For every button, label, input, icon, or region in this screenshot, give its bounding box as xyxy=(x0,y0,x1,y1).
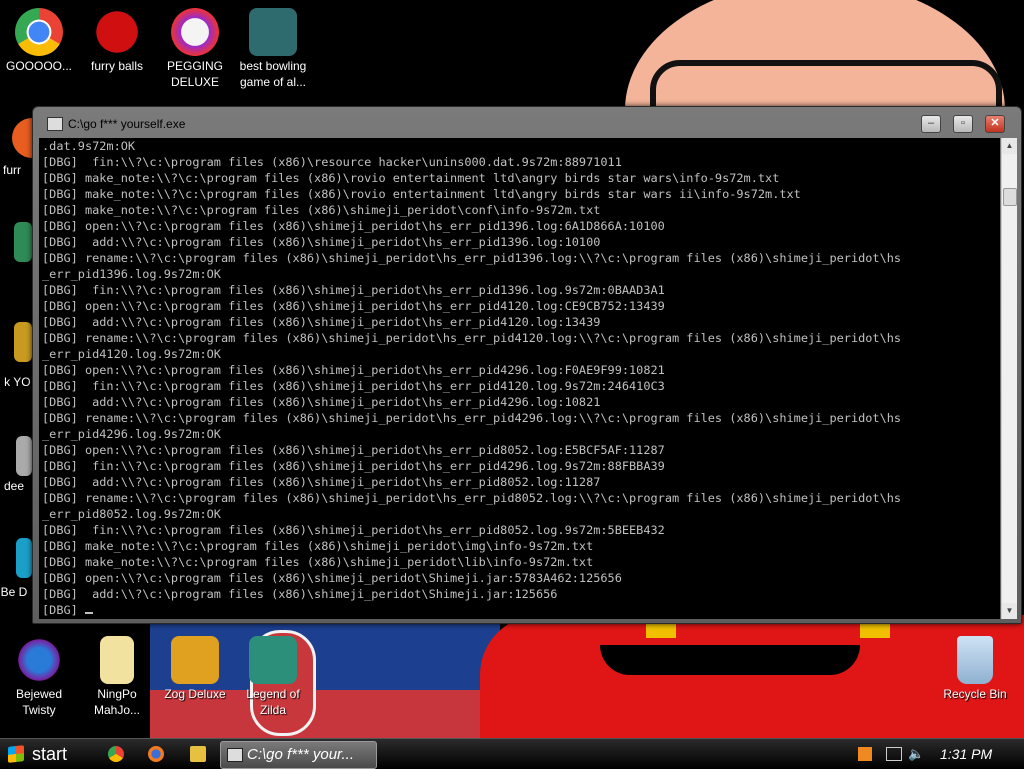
bejeweled-icon xyxy=(15,636,63,684)
start-label: start xyxy=(32,744,68,764)
window-title: C:\go f*** yourself.exe xyxy=(68,117,186,131)
console-line: [DBG] fin:\\?\c:\program files (x86)\res… xyxy=(42,155,622,169)
console-line: [DBG] rename:\\?\c:\program files (x86)\… xyxy=(42,491,902,505)
console-prompt-line: [DBG] xyxy=(42,602,1000,618)
console-line: _err_pid4120.log.9s72m:OK xyxy=(42,347,221,361)
desktop-icon-label: Be D xyxy=(0,585,28,599)
console-line: _err_pid8052.log.9s72m:OK xyxy=(42,507,221,521)
desktop-icon-bowling[interactable]: best bowling game of al... xyxy=(236,8,310,90)
desktop-icon-bejeweled[interactable]: Bejewed Twisty xyxy=(2,636,76,718)
console-line: [DBG] make_note:\\?\c:\program files (x8… xyxy=(42,203,601,217)
taskbar-task-label: C:\go f*** your... xyxy=(247,746,354,763)
zog-icon xyxy=(171,636,219,684)
desktop-icon-partial[interactable]: furr xyxy=(0,162,32,178)
close-button[interactable]: ✕ xyxy=(985,115,1005,133)
firefox-quicklaunch-icon[interactable] xyxy=(148,746,164,762)
folder-quicklaunch-icon[interactable] xyxy=(190,746,206,762)
console-line: [DBG] make_note:\\?\c:\program files (x8… xyxy=(42,187,801,201)
console-line: [DBG] add:\\?\c:\program files (x86)\shi… xyxy=(42,475,601,489)
desktop-icon-label: Legend of Zilda xyxy=(246,687,300,717)
console-text: .dat.9s72m:OK [DBG] fin:\\?\c:\program fi… xyxy=(39,138,1000,618)
console-line: [DBG] rename:\\?\c:\program files (x86)\… xyxy=(42,331,902,345)
scroll-thumb[interactable] xyxy=(1003,188,1017,206)
console-window[interactable]: C:\go f*** yourself.exe – ▫ ✕ .dat.9s72m… xyxy=(32,106,1022,624)
desktop-icon-label: PEGGING DELUXE xyxy=(166,59,223,89)
desktop-icon-label: Zog Deluxe xyxy=(164,687,226,701)
console-line: [DBG] make_note:\\?\c:\program files (x8… xyxy=(42,555,594,569)
taskbar-console-button[interactable]: C:\go f*** your... xyxy=(220,741,377,769)
console-line: [DBG] fin:\\?\c:\program files (x86)\shi… xyxy=(42,523,665,537)
desktop-icon-ningpo[interactable]: NingPo MahJo... xyxy=(80,636,154,718)
desktop-icon-recycle-bin[interactable]: Recycle Bin xyxy=(938,636,1012,702)
clock[interactable]: 1:31 PM xyxy=(940,739,992,769)
window-titlebar[interactable]: C:\go f*** yourself.exe – ▫ ✕ xyxy=(33,107,1021,137)
console-prompt: [DBG] xyxy=(42,603,85,617)
mahjong-tile-icon xyxy=(100,636,134,684)
console-line: [DBG] rename:\\?\c:\program files (x86)\… xyxy=(42,411,902,425)
console-line: _err_pid1396.log.9s72m:OK xyxy=(42,267,221,281)
desktop-icon-label: Recycle Bin xyxy=(943,687,1007,701)
desktop-icon-zog-deluxe[interactable]: Zog Deluxe xyxy=(158,636,232,702)
chrome-quicklaunch-icon[interactable] xyxy=(108,746,124,762)
console-icon xyxy=(227,748,243,762)
console-line: [DBG] add:\\?\c:\program files (x86)\shi… xyxy=(42,395,601,409)
console-line: [DBG] open:\\?\c:\program files (x86)\sh… xyxy=(42,363,665,377)
windows-logo-icon xyxy=(8,745,24,763)
volume-icon[interactable]: 🔈 xyxy=(908,747,924,761)
scroll-down-icon[interactable]: ▼ xyxy=(1002,603,1017,619)
zilda-icon xyxy=(249,636,297,684)
console-line: [DBG] rename:\\?\c:\program files (x86)\… xyxy=(42,251,902,265)
app-icon[interactable] xyxy=(16,436,32,476)
minimize-button[interactable]: – xyxy=(921,115,941,133)
vertical-scrollbar[interactable]: ▲ ▼ xyxy=(1001,138,1017,619)
scroll-up-icon[interactable]: ▲ xyxy=(1002,138,1017,154)
desktop-icon-label: dee xyxy=(3,479,25,493)
peggle-icon xyxy=(171,8,219,56)
desktop-icon-label: furry balls xyxy=(90,59,143,73)
console-line: [DBG] fin:\\?\c:\program files (x86)\shi… xyxy=(42,459,665,473)
console-line: [DBG] add:\\?\c:\program files (x86)\shi… xyxy=(42,235,601,249)
console-line: [DBG] add:\\?\c:\program files (x86)\shi… xyxy=(42,587,558,601)
app-icon[interactable] xyxy=(16,538,32,578)
bowling-icon xyxy=(249,8,297,56)
console-line: [DBG] open:\\?\c:\program files (x86)\sh… xyxy=(42,443,665,457)
desktop-icon-partial[interactable]: I k YO xyxy=(0,374,34,390)
desktop-icon-partial[interactable]: Be D xyxy=(0,584,34,600)
console-line: [DBG] add:\\?\c:\program files (x86)\shi… xyxy=(42,315,601,329)
app-icon[interactable] xyxy=(14,322,32,362)
console-line: [DBG] open:\\?\c:\program files (x86)\sh… xyxy=(42,299,665,313)
console-line: .dat.9s72m:OK xyxy=(42,139,136,153)
wallpaper-mouth-shape xyxy=(600,645,860,675)
maximize-button[interactable]: ▫ xyxy=(953,115,973,133)
desktop-icon-label: GOOOOO... xyxy=(5,59,72,73)
chrome-icon xyxy=(15,8,63,56)
desktop-icon-label: Bejewed Twisty xyxy=(15,687,63,717)
furry-ball-icon xyxy=(93,8,141,56)
start-button[interactable]: start xyxy=(2,741,86,767)
tray-app-icon[interactable] xyxy=(858,747,872,761)
desktop-icon-pegging-deluxe[interactable]: PEGGING DELUXE xyxy=(158,8,232,90)
console-cursor xyxy=(84,612,93,614)
console-line: _err_pid4296.log.9s72m:OK xyxy=(42,427,221,441)
console-line: [DBG] open:\\?\c:\program files (x86)\sh… xyxy=(42,571,622,585)
taskbar: start C:\go f*** your... 🔈 1:31 PM xyxy=(0,738,1024,769)
network-icon[interactable] xyxy=(886,747,902,761)
console-icon xyxy=(47,117,63,131)
desktop-icon-label: best bowling game of al... xyxy=(239,59,307,89)
console-line: [DBG] open:\\?\c:\program files (x86)\sh… xyxy=(42,219,665,233)
desktop-icon-label: furr xyxy=(3,163,21,177)
desktop-icon-furry-balls[interactable]: furry balls xyxy=(80,8,154,74)
console-line: [DBG] make_note:\\?\c:\program files (x8… xyxy=(42,171,780,185)
desktop-icon-label: I k YO xyxy=(0,375,31,389)
console-output[interactable]: .dat.9s72m:OK [DBG] fin:\\?\c:\program fi… xyxy=(39,138,1000,619)
console-line: [DBG] fin:\\?\c:\program files (x86)\shi… xyxy=(42,283,665,297)
recycle-bin-icon xyxy=(957,636,993,684)
console-line: [DBG] make_note:\\?\c:\program files (x8… xyxy=(42,539,594,553)
desktop-icon-legend-of-zilda[interactable]: Legend of Zilda xyxy=(236,636,310,718)
console-line: [DBG] fin:\\?\c:\program files (x86)\shi… xyxy=(42,379,665,393)
app-icon[interactable] xyxy=(14,222,32,262)
desktop-icon-chrome[interactable]: GOOOOO... xyxy=(2,8,76,74)
desktop-icon-partial[interactable]: dee xyxy=(0,478,34,494)
desktop-icon-label: NingPo MahJo... xyxy=(93,687,141,717)
